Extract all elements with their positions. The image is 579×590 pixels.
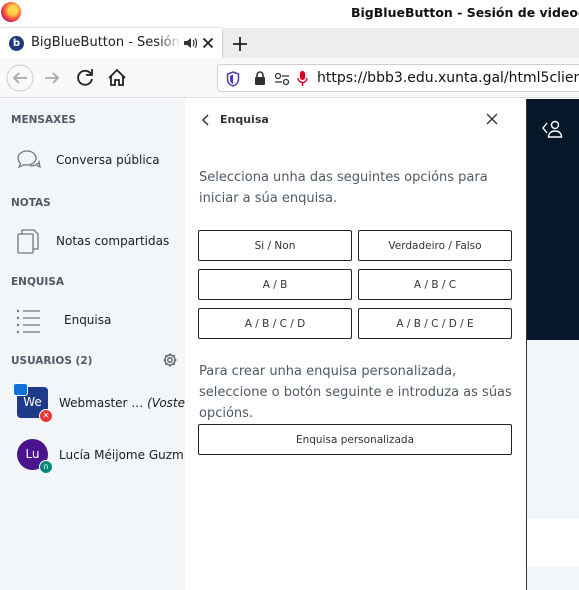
chat-bubbles-icon bbox=[17, 150, 41, 169]
headphones-icon: ∩ bbox=[39, 460, 53, 474]
forward-arrow-icon[interactable] bbox=[39, 64, 67, 92]
user-name: Webmaster … (Vostede) bbox=[59, 396, 205, 410]
shared-notes-item[interactable]: Notas compartidas bbox=[0, 224, 185, 258]
poll-panel-title: Enquisa bbox=[220, 113, 269, 126]
close-icon[interactable] bbox=[485, 112, 499, 126]
presentation-slide bbox=[527, 519, 579, 567]
tab-strip: b BigBlueButton - Sesión de videoconfere… bbox=[0, 28, 579, 58]
public-chat-label: Conversa pública bbox=[56, 153, 160, 167]
window-title: BigBlueButton - Sesión de videoc bbox=[351, 5, 579, 20]
chevron-left-icon bbox=[201, 114, 209, 126]
reload-icon[interactable] bbox=[71, 64, 99, 92]
poll-option-true-false[interactable]: Verdadeiro / Falso bbox=[358, 230, 512, 261]
custom-poll-button[interactable]: Enquisa personalizada bbox=[198, 424, 512, 455]
presentation-area bbox=[526, 99, 579, 590]
poll-item[interactable]: Enquisa bbox=[0, 303, 185, 337]
padlock-icon[interactable] bbox=[254, 71, 266, 86]
user-list-toggle-icon[interactable] bbox=[542, 119, 564, 139]
notes-document-icon bbox=[17, 229, 39, 254]
gear-icon[interactable] bbox=[162, 352, 178, 368]
poll-option-yes-no[interactable]: Si / Non bbox=[198, 230, 352, 261]
bbb-favicon-icon: b bbox=[9, 36, 24, 51]
poll-back-button[interactable]: Enquisa bbox=[200, 111, 280, 129]
user-name-text: Lucía Méijome Guzm… bbox=[59, 448, 196, 462]
new-tab-plus-icon[interactable] bbox=[230, 34, 250, 54]
user-list-sidebar: MENSAXES Conversa pública NOTAS Notas co… bbox=[0, 99, 205, 590]
user-name-text: Webmaster … bbox=[59, 396, 144, 410]
microphone-icon[interactable] bbox=[297, 70, 308, 87]
url-text: https://bbb3.edu.xunta.gal/html5client bbox=[317, 70, 579, 86]
browser-tab[interactable]: b BigBlueButton - Sesión de videoconfere… bbox=[0, 28, 222, 58]
back-arrow-icon[interactable] bbox=[6, 64, 34, 92]
presentation-top-bar bbox=[527, 99, 579, 340]
users-section-title: USUARIOS (2) bbox=[11, 355, 93, 367]
close-tab-icon[interactable] bbox=[200, 35, 216, 51]
navigation-toolbar: https://bbb3.edu.xunta.gal/html5client bbox=[0, 58, 579, 98]
poll-option-a-b-c[interactable]: A / B / C bbox=[358, 269, 512, 300]
tab-title: BigBlueButton - Sesión de videoconferenc… bbox=[31, 35, 181, 50]
custom-poll-text: Para crear unha enquisa personalizada, s… bbox=[199, 364, 512, 421]
poll-instructions: Selecciona unha das seguintes opcións pa… bbox=[199, 170, 488, 206]
speaker-icon[interactable] bbox=[182, 35, 198, 51]
poll-option-a-b-c-d-e[interactable]: A / B / C / D / E bbox=[358, 308, 512, 339]
microphone-muted-icon: ✕ bbox=[39, 409, 53, 423]
poll-option-a-b-c-d[interactable]: A / B / C / D bbox=[198, 308, 352, 339]
notes-section-title: NOTAS bbox=[11, 197, 51, 209]
firefox-logo-icon bbox=[1, 2, 21, 22]
user-row-lucia[interactable]: Lu ∩ Lucía Méijome Guzm… bbox=[0, 437, 196, 477]
poll-item-label: Enquisa bbox=[64, 313, 112, 327]
window-titlebar: BigBlueButton - Sesión de videoc bbox=[0, 0, 579, 28]
shared-notes-label: Notas compartidas bbox=[56, 234, 170, 248]
messages-section-title: MENSAXES bbox=[11, 114, 76, 126]
poll-section-title: ENQUISA bbox=[11, 276, 65, 288]
poll-list-icon bbox=[16, 309, 40, 334]
user-row-webmaster[interactable]: We ✕ Webmaster … (Vostede) bbox=[0, 383, 205, 425]
home-icon[interactable] bbox=[103, 64, 131, 92]
poll-option-a-b[interactable]: A / B bbox=[198, 269, 352, 300]
permissions-icon[interactable] bbox=[274, 72, 290, 86]
url-bar[interactable]: https://bbb3.edu.xunta.gal/html5client bbox=[217, 64, 579, 92]
poll-panel: Enquisa Selecciona unha das seguintes op… bbox=[185, 99, 525, 590]
presenter-screen-icon bbox=[13, 383, 28, 396]
tracking-shield-icon[interactable] bbox=[226, 71, 240, 87]
public-chat-item[interactable]: Conversa pública bbox=[0, 143, 185, 177]
